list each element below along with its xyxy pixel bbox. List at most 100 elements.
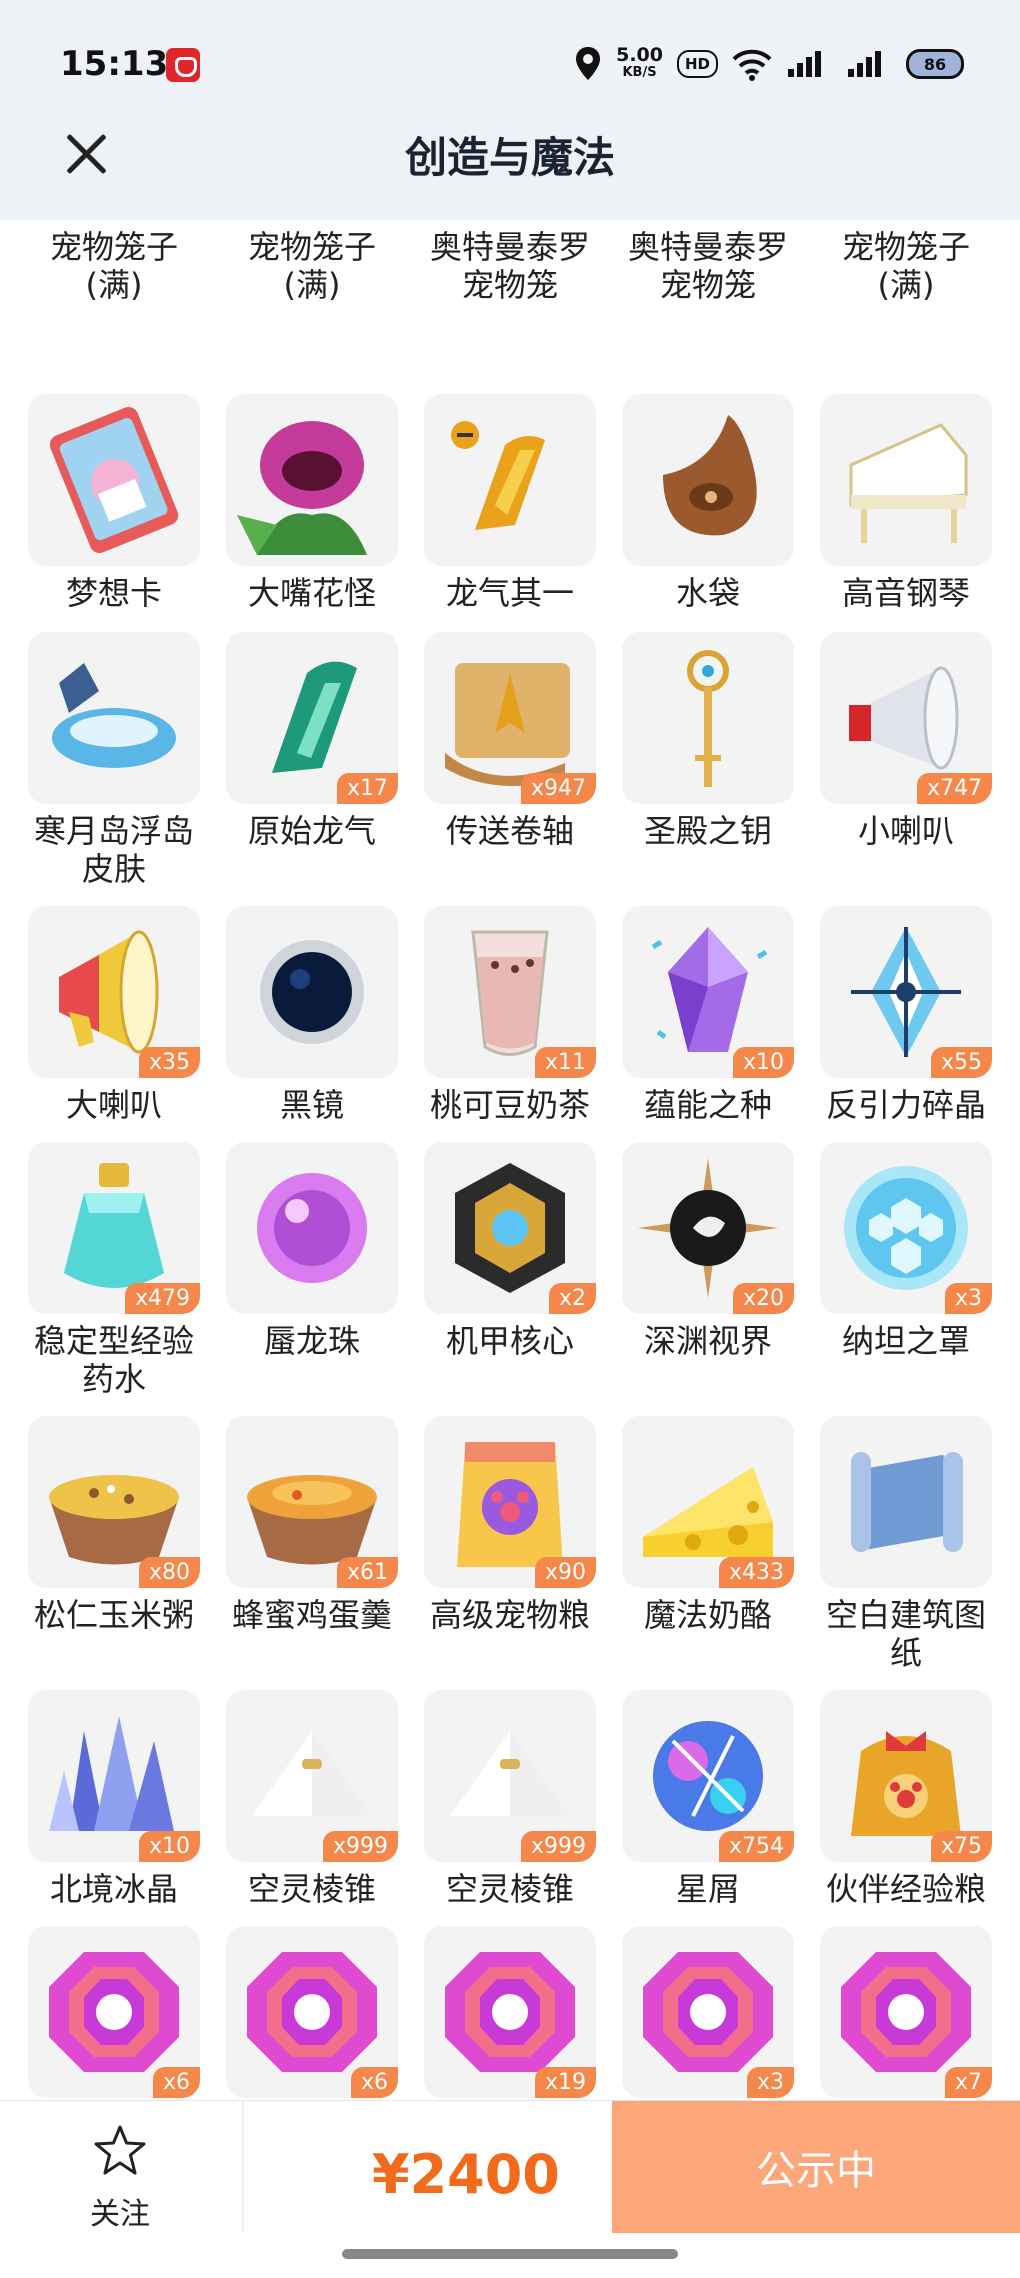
item-tile: x479 [28, 1142, 200, 1314]
item-count-badge: x3 [746, 2067, 794, 2098]
follow-button[interactable]: 关注 [60, 2123, 180, 2233]
item-tile: x35 [28, 906, 200, 1078]
item-count-badge: x7 [944, 2067, 992, 2098]
item-count-badge: x947 [520, 773, 596, 804]
item-tile [622, 394, 794, 566]
item-tile: x947 [424, 632, 596, 804]
item-tile: x999 [226, 1690, 398, 1862]
item-label: 梦想卡 [65, 574, 162, 612]
item-count-badge: x90 [534, 1557, 596, 1588]
status-icons: 5.00 KB/S HD 86 [574, 44, 964, 84]
header: 创造与魔法 [0, 110, 1020, 220]
item-label: 魔法奶酪 [643, 1596, 772, 1634]
item-label: 伙伴经验粮 [825, 1870, 986, 1908]
item-label: 蜃龙珠 [263, 1322, 360, 1360]
item-label: 蕴能之种 [643, 1086, 772, 1124]
item-count-badge: x80 [138, 1557, 200, 1588]
item-tile: x61 [226, 1416, 398, 1588]
item-tile: x754 [622, 1690, 794, 1862]
item-label: (满) [85, 266, 143, 304]
item-tile: x3 [820, 1142, 992, 1314]
item-tile: x19 [424, 1926, 596, 2098]
network-speed: 5.00 KB/S [616, 46, 663, 82]
item-count-badge: x75 [930, 1831, 992, 1862]
signal-icon [788, 51, 821, 77]
item-tile: x80 [28, 1416, 200, 1588]
item-label: 原始龙气 [247, 812, 376, 850]
item-label: 寒月岛浮岛 [33, 812, 194, 850]
item-label: 蜂蜜鸡蛋羹 [231, 1596, 392, 1634]
item-label: 皮肤 [81, 850, 146, 888]
item-count-badge: x3 [944, 1283, 992, 1314]
item-tile: x7 [820, 1926, 992, 2098]
item-label: 黑镜 [279, 1086, 344, 1124]
item-label: 纸 [889, 1634, 922, 1672]
network-speed-unit: KB/S [622, 65, 657, 80]
item-tile: x6 [226, 1926, 398, 2098]
item-tile [226, 906, 398, 1078]
item-tile [622, 632, 794, 804]
item-label: 松仁玉米粥 [33, 1596, 194, 1634]
item-tile: x75 [820, 1690, 992, 1862]
item-count-badge: x479 [124, 1283, 200, 1314]
item-label: 空灵棱锥 [247, 1870, 376, 1908]
item-count-badge: x11 [534, 1047, 596, 1078]
status-button[interactable]: 公示中 [612, 2101, 1020, 2233]
home-indicator[interactable] [342, 2249, 678, 2259]
item-label: 宠物笼 [659, 266, 756, 304]
item-label: 水袋 [675, 574, 740, 612]
item-label: (满) [877, 266, 935, 304]
item-count-badge: x999 [520, 1831, 596, 1862]
item-label: 奥特曼泰罗 [429, 228, 590, 266]
item-tile: x10 [28, 1690, 200, 1862]
item-label: 高级宠物粮 [429, 1596, 590, 1634]
item-label: 药水 [81, 1360, 146, 1398]
item-label: 空白建筑图 [825, 1596, 986, 1634]
bottom-bar: 关注 ¥2400 公示中 [0, 2100, 1020, 2278]
item-tile [226, 1142, 398, 1314]
item-tile [226, 394, 398, 566]
hd-icon: HD [676, 50, 718, 78]
item-count-badge: x55 [930, 1047, 992, 1078]
item-label: 北境冰晶 [49, 1870, 178, 1908]
item-label: 奥特曼泰罗 [627, 228, 788, 266]
item-label: 星屑 [675, 1870, 740, 1908]
item-count-badge: x754 [718, 1831, 794, 1862]
item-tile: x2 [424, 1142, 596, 1314]
item-label: 桃可豆奶茶 [429, 1086, 590, 1124]
item-count-badge: x6 [350, 2067, 398, 2098]
item-count-badge: x20 [732, 1283, 794, 1314]
star-icon [94, 2125, 146, 2175]
item-label: 大喇叭 [65, 1086, 162, 1124]
item-label: 龙气其一 [445, 574, 574, 612]
item-count-badge: x433 [718, 1557, 794, 1588]
item-label: 传送卷轴 [445, 812, 574, 850]
divider [242, 2101, 244, 2231]
item-tile [820, 1416, 992, 1588]
item-tile: x999 [424, 1690, 596, 1862]
item-count-badge: x10 [138, 1831, 200, 1862]
item-tile: x10 [622, 906, 794, 1078]
location-icon [576, 47, 601, 80]
item-label: 深渊视界 [643, 1322, 772, 1360]
network-speed-value: 5.00 [616, 44, 663, 66]
item-tile: x55 [820, 906, 992, 1078]
item-tile: x11 [424, 906, 596, 1078]
item-count-badge: x10 [732, 1047, 794, 1078]
app-notification-icon [166, 48, 200, 82]
item-tile [28, 632, 200, 804]
item-count-badge: x6 [152, 2067, 200, 2098]
item-tile: x17 [226, 632, 398, 804]
item-label: 圣殿之钥 [643, 812, 772, 850]
item-count-badge: x747 [916, 773, 992, 804]
item-tile: x747 [820, 632, 992, 804]
item-count-badge: x19 [534, 2067, 596, 2098]
item-tile: x3 [622, 1926, 794, 2098]
item-tile: x6 [28, 1926, 200, 2098]
item-label: 空灵棱锥 [445, 1870, 574, 1908]
item-count-badge: x999 [322, 1831, 398, 1862]
wifi-icon [732, 49, 772, 81]
item-count-badge: x35 [138, 1047, 200, 1078]
top-bar: 15:13 5.00 KB/S HD 86 创造与魔法 [0, 0, 1020, 220]
item-label: 机甲核心 [445, 1322, 574, 1360]
